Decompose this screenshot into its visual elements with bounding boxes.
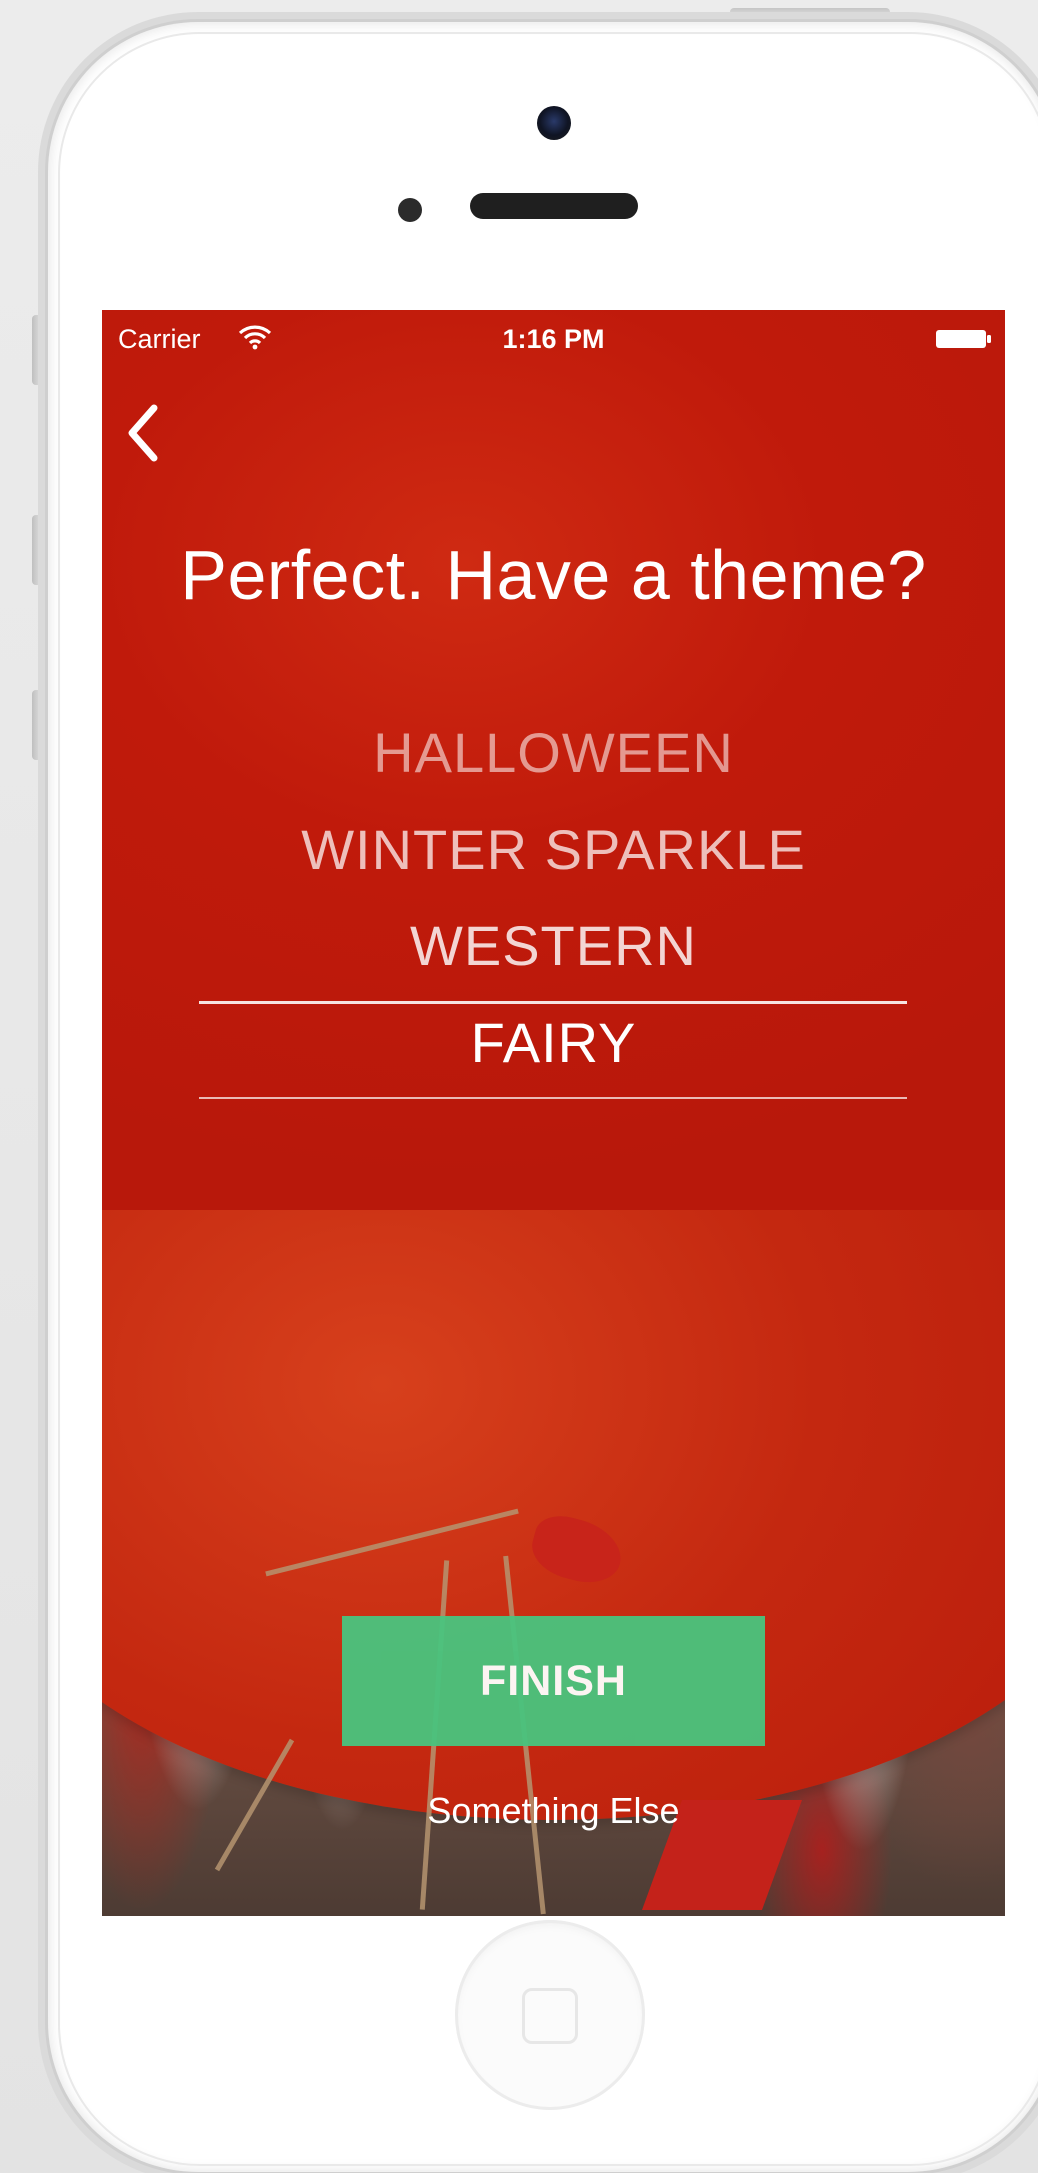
something-else-link[interactable]: Something Else	[102, 1790, 1005, 1832]
picker-option-western[interactable]: WESTERN	[102, 913, 1005, 978]
page-title: Perfect. Have a theme?	[180, 536, 927, 614]
device-mockup: Carrier 1:16 PM Perfect. Have a theme? H…	[0, 0, 1038, 2173]
proximity-sensor	[398, 198, 422, 222]
picker-option-winter-sparkle[interactable]: WINTER SPARKLE	[102, 817, 1005, 882]
battery-icon	[936, 330, 991, 348]
power-button	[730, 8, 890, 20]
picker-selection-bottom-line	[199, 1097, 907, 1099]
picker-option-fairy-selected[interactable]: FAIRY	[102, 1010, 1005, 1075]
earpiece-speaker	[470, 193, 638, 219]
home-square-icon	[522, 1988, 578, 2044]
status-time: 1:16 PM	[502, 324, 605, 354]
volume-up-button	[32, 515, 44, 585]
app-screen: Carrier 1:16 PM Perfect. Have a theme? H…	[102, 310, 1005, 1916]
status-bar: Carrier 1:16 PM	[102, 310, 1005, 366]
mute-switch	[32, 315, 44, 385]
finish-button[interactable]: FINISH	[342, 1616, 765, 1746]
volume-down-button	[32, 690, 44, 760]
front-camera-icon	[537, 106, 571, 140]
picker-option-halloween[interactable]: HALLOWEEN	[102, 720, 1005, 785]
picker-selection-top-line	[199, 1001, 907, 1004]
back-chevron-icon[interactable]	[118, 398, 168, 468]
